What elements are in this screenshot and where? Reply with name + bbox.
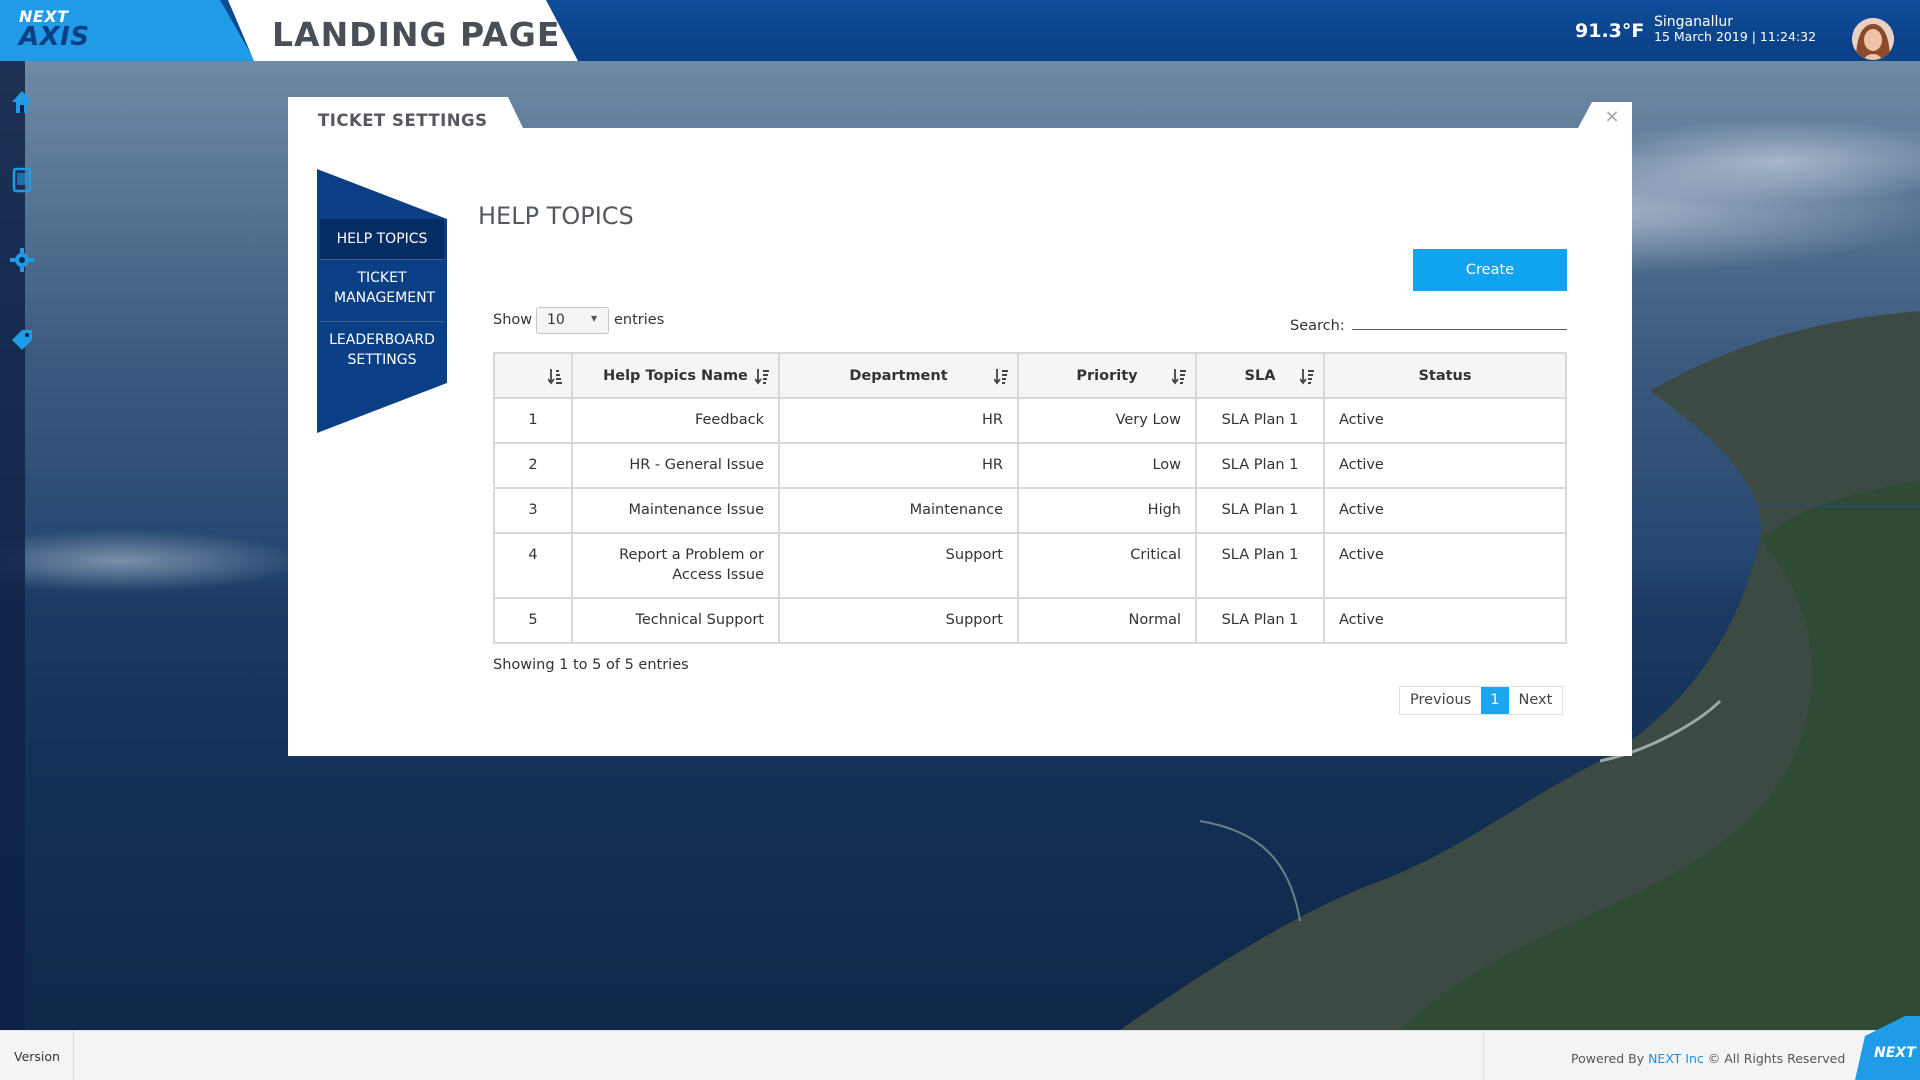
- datetime-label: 15 March 2019 | 11:24:32: [1654, 29, 1817, 44]
- search-label: Search:: [1290, 318, 1345, 334]
- footer: Version Powered By NEXT Inc © All Rights…: [0, 1030, 1920, 1080]
- column-header-index[interactable]: [493, 352, 573, 399]
- powered-by-label: Powered By: [1571, 1051, 1645, 1066]
- table-row[interactable]: 4 Report a Problem or Access Issue Suppo…: [493, 532, 1567, 599]
- copyright-text: Powered By NEXT Inc © All Rights Reserve…: [1571, 1051, 1845, 1066]
- sort-icon: [1172, 369, 1186, 385]
- settings-side-menu: HELP TOPICS TICKET MANAGEMENT LEADERBOAR…: [317, 169, 447, 433]
- modal-tab-bar: TICKET SETTINGS: [288, 97, 1632, 130]
- cell-help-topic-name: Maintenance Issue: [571, 487, 780, 534]
- cell-priority: High: [1017, 487, 1197, 534]
- cell-department: HR: [778, 442, 1019, 489]
- cell-sla: SLA Plan 1: [1195, 442, 1325, 489]
- table-row[interactable]: 3 Maintenance Issue Maintenance High SLA…: [493, 487, 1567, 534]
- section-title: HELP TOPICS: [478, 202, 634, 230]
- column-header-sla[interactable]: SLA: [1195, 352, 1325, 399]
- table-info: Showing 1 to 5 of 5 entries: [493, 657, 689, 673]
- page-title: LANDING PAGE: [272, 15, 561, 54]
- cell-status: Active: [1323, 487, 1567, 534]
- side-menu-item-ticket-management[interactable]: TICKET MANAGEMENT: [320, 268, 444, 308]
- footer-divider: [73, 1031, 74, 1080]
- cell-department: Support: [778, 532, 1019, 599]
- top-header: NEXT AXIS LANDING PAGE 91.3°F Singanallu…: [0, 0, 1920, 61]
- previous-page-button[interactable]: Previous: [1400, 687, 1481, 714]
- column-header-department[interactable]: Department: [778, 352, 1019, 399]
- gear-icon[interactable]: [9, 247, 35, 273]
- cell-sla: SLA Plan 1: [1195, 487, 1325, 534]
- left-nav-rail: [0, 61, 34, 1030]
- brand-link[interactable]: NEXT Inc: [1648, 1051, 1704, 1066]
- cell-index: 1: [493, 397, 573, 444]
- home-icon[interactable]: [9, 89, 35, 115]
- cell-index: 5: [493, 597, 573, 644]
- create-button[interactable]: Create: [1413, 249, 1567, 291]
- sort-icon: [755, 369, 769, 385]
- user-avatar[interactable]: [1852, 18, 1894, 60]
- cell-priority: Critical: [1017, 532, 1197, 599]
- cell-status: Active: [1323, 442, 1567, 489]
- column-header-help-topics-name[interactable]: Help Topics Name: [571, 352, 780, 399]
- pagination: Previous 1 Next: [1399, 686, 1564, 715]
- side-menu-item-help-topics[interactable]: HELP TOPICS: [320, 219, 444, 259]
- cell-status: Active: [1323, 597, 1567, 644]
- side-menu-divider: [320, 321, 444, 322]
- cell-department: HR: [778, 397, 1019, 444]
- sort-asc-icon: [548, 369, 562, 385]
- table-row[interactable]: 5 Technical Support Support Normal SLA P…: [493, 597, 1567, 644]
- cell-index: 4: [493, 532, 573, 599]
- location-label: Singanallur: [1654, 14, 1733, 30]
- caret-down-icon: ▼: [591, 314, 598, 323]
- footer-divider: [1483, 1031, 1484, 1080]
- page-size-value: 10: [547, 312, 565, 328]
- cell-help-topic-name: HR - General Issue: [571, 442, 780, 489]
- page-size-select[interactable]: 10: [536, 307, 609, 334]
- next-page-button[interactable]: Next: [1509, 687, 1563, 714]
- cell-sla: SLA Plan 1: [1195, 597, 1325, 644]
- tablet-icon[interactable]: [9, 167, 35, 193]
- show-label: Show: [493, 312, 533, 328]
- sort-icon: [1300, 369, 1314, 385]
- rights-label: © All Rights Reserved: [1707, 1051, 1846, 1066]
- table-row[interactable]: 1 Feedback HR Very Low SLA Plan 1 Active: [493, 397, 1567, 444]
- temperature-readout: 91.3°F: [1575, 20, 1645, 42]
- side-menu-divider: [320, 259, 444, 260]
- entries-label: entries: [614, 312, 665, 328]
- cell-status: Active: [1323, 397, 1567, 444]
- column-header-priority[interactable]: Priority: [1017, 352, 1197, 399]
- search-input[interactable]: [1352, 310, 1567, 330]
- version-label: Version: [14, 1049, 60, 1064]
- cell-index: 2: [493, 442, 573, 489]
- cell-status: Active: [1323, 532, 1567, 599]
- cell-department: Support: [778, 597, 1019, 644]
- table-header-row: Help Topics Name Department Priority SLA…: [493, 352, 1567, 399]
- help-topics-table: Help Topics Name Department Priority SLA…: [493, 352, 1567, 644]
- cell-help-topic-name: Report a Problem or Access Issue: [571, 532, 780, 599]
- sort-icon: [994, 369, 1008, 385]
- cell-help-topic-name: Technical Support: [571, 597, 780, 644]
- cell-sla: SLA Plan 1: [1195, 532, 1325, 599]
- cell-department: Maintenance: [778, 487, 1019, 534]
- cell-sla: SLA Plan 1: [1195, 397, 1325, 444]
- cell-help-topic-name: Feedback: [571, 397, 780, 444]
- logo-text-axis: AXIS: [19, 22, 90, 52]
- cell-priority: Very Low: [1017, 397, 1197, 444]
- table-row[interactable]: 2 HR - General Issue HR Low SLA Plan 1 A…: [493, 442, 1567, 489]
- column-header-status: Status: [1323, 352, 1567, 399]
- corner-logo-text: NEXT: [1874, 1045, 1916, 1061]
- cell-priority: Normal: [1017, 597, 1197, 644]
- side-menu-item-leaderboard-settings[interactable]: LEADERBOARD SETTINGS: [320, 330, 444, 370]
- cell-priority: Low: [1017, 442, 1197, 489]
- tag-icon[interactable]: [9, 327, 35, 353]
- page-1-button[interactable]: 1: [1481, 687, 1509, 714]
- cell-index: 3: [493, 487, 573, 534]
- close-icon[interactable]: ×: [1602, 107, 1622, 127]
